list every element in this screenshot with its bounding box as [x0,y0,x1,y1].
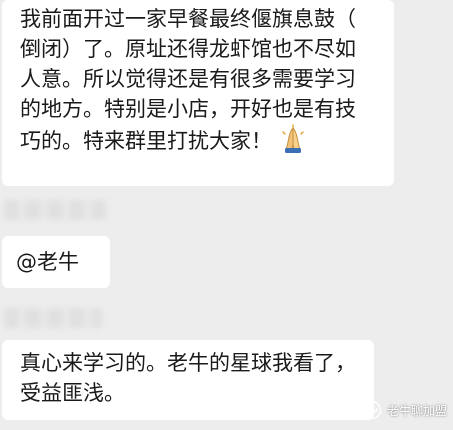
watermark: 老牛聊加盟 [362,400,447,420]
message-1-line-1: 我前面开过一家早餐最终偃旗息鼓（ [20,7,356,31]
blurred-sender-name [4,200,106,220]
message-bubble-2: @老牛 [2,236,110,288]
message-1-line-5-text: 巧的。特来群里打扰大家！ [20,129,272,153]
message-bubble-1: 我前面开过一家早餐最终偃旗息鼓（ 倒闭）了。原址还得龙虾馆也不尽如 人意。所以觉… [2,0,394,186]
mention-text: @老牛 [16,250,79,274]
message-1-line-3: 人意。所以觉得还是有很多需要学习 [20,67,356,91]
folded-hands-icon [278,124,308,162]
message-3-line-2: 受益匪浅。 [20,381,125,405]
message-3-line-1: 真心来学习的。老牛的星球我看了， [20,351,356,375]
blurred-sender-name [4,308,102,328]
message-bubble-3: 真心来学习的。老牛的星球我看了， 受益匪浅。 [2,340,374,420]
message-1-line-2: 倒闭）了。原址还得龙虾馆也不尽如 [20,37,356,61]
watermark-text: 老牛聊加盟 [386,403,447,418]
message-1-line-5: 巧的。特来群里打扰大家！ [20,124,380,162]
wechat-channel-icon [362,400,382,420]
message-1-line-4: 的地方。特别是小店，开好也是有技 [20,97,356,121]
